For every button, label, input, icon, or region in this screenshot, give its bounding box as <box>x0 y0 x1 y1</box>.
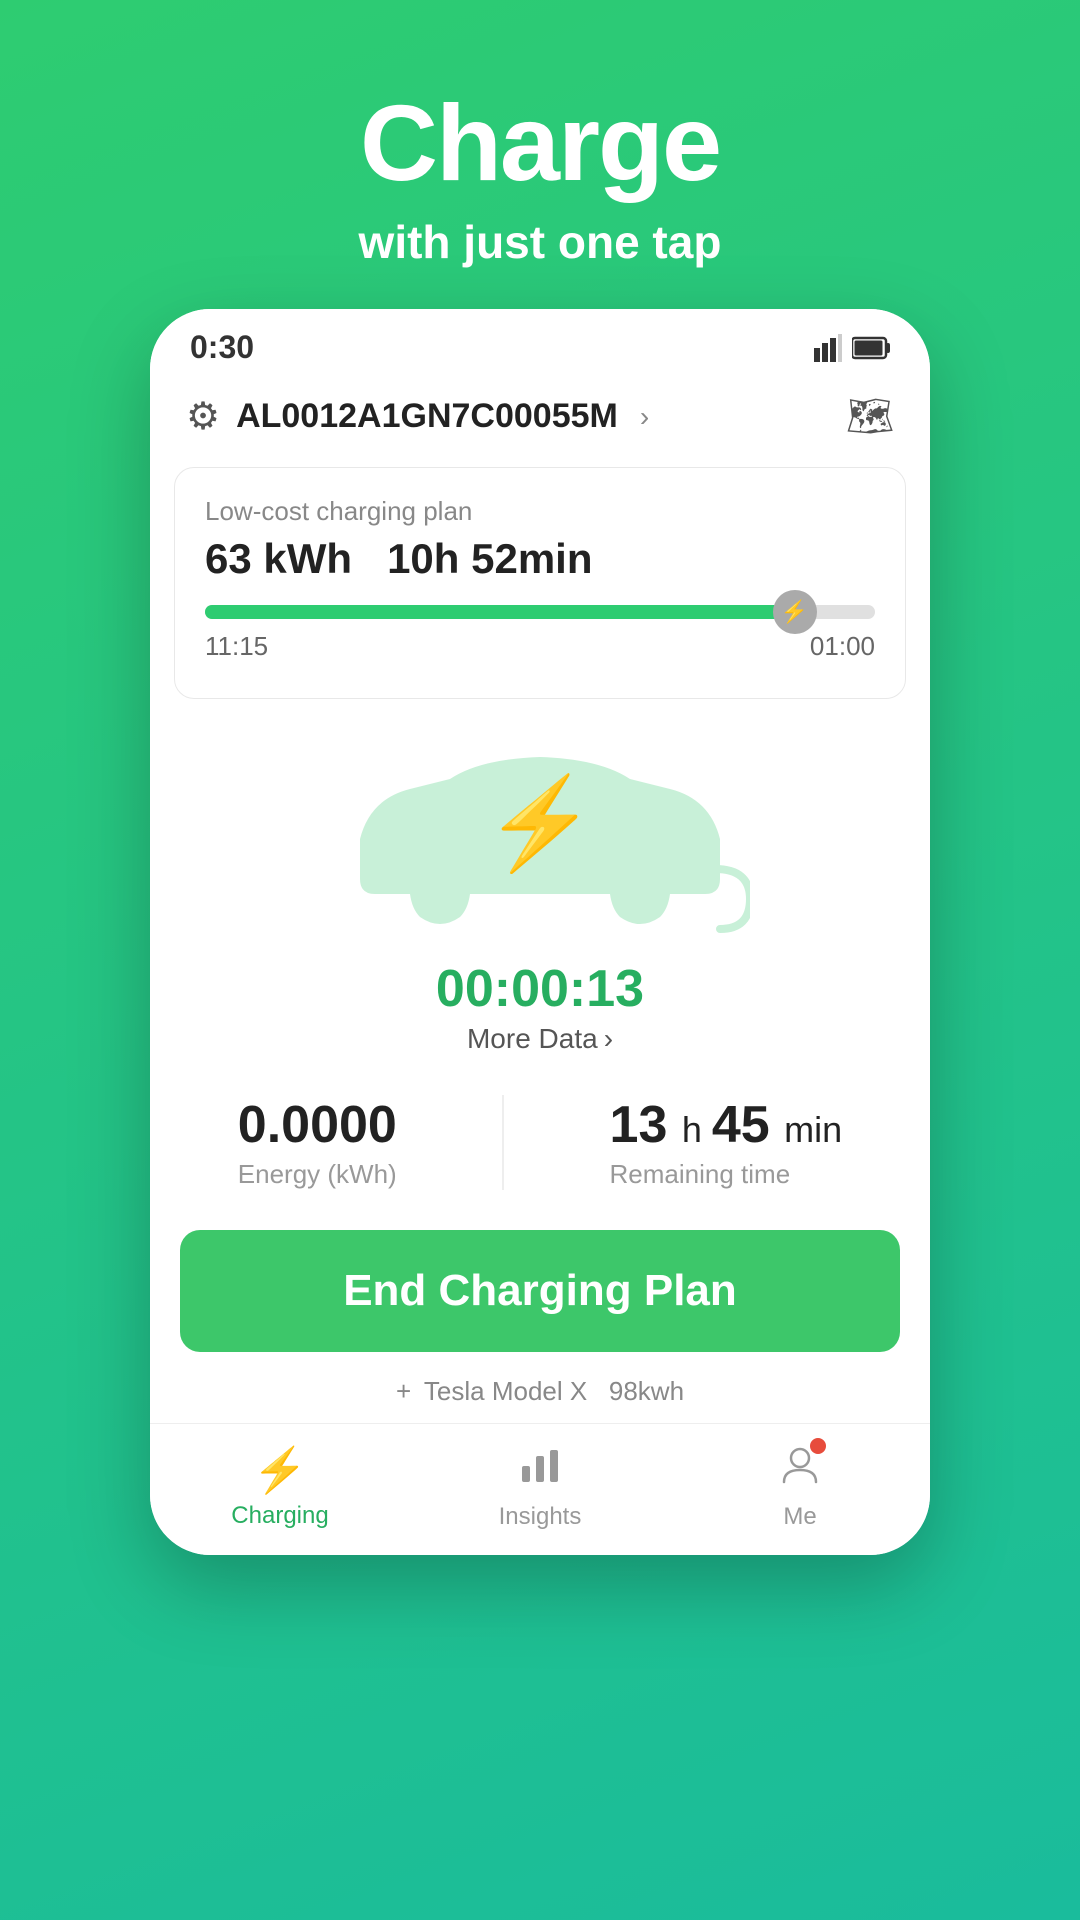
stats-divider <box>502 1095 504 1190</box>
gear-icon[interactable]: ⚙ <box>186 394 220 439</box>
insights-nav-label: Insights <box>499 1503 582 1531</box>
remaining-value: 13 h 45 min <box>610 1095 843 1155</box>
plan-duration: 10h 52min <box>387 535 592 582</box>
svg-text:⚡: ⚡ <box>484 772 596 877</box>
end-charging-plan-button[interactable]: End Charging Plan <box>180 1230 900 1352</box>
vehicle-info: + Tesla Model X 98kwh <box>150 1368 930 1423</box>
status-time: 0:30 <box>190 329 254 366</box>
device-left: ⚙ AL0012A1GN7C00055M › <box>186 394 649 439</box>
remaining-stat: 13 h 45 min Remaining time <box>610 1095 843 1190</box>
charging-plan-card: Low-cost charging plan 63 kWh 10h 52min … <box>174 467 906 699</box>
energy-value: 0.0000 <box>238 1095 397 1155</box>
progress-thumb: ⚡ <box>773 590 817 634</box>
nav-item-charging[interactable]: ⚡ Charging <box>150 1444 410 1530</box>
status-icons <box>814 334 890 362</box>
device-chevron-icon: › <box>640 401 649 433</box>
end-button-container: End Charging Plan <box>150 1220 930 1368</box>
car-area: ⚡ 00:00:13 More Data › <box>150 699 930 1065</box>
plan-stats: 63 kWh 10h 52min <box>205 535 875 583</box>
device-header: ⚙ AL0012A1GN7C00055M › 🗺 <box>150 376 930 457</box>
signal-icon <box>814 334 842 362</box>
me-nav-label: Me <box>783 1503 816 1531</box>
progress-fill <box>205 605 795 619</box>
nav-item-insights[interactable]: Insights <box>410 1442 670 1531</box>
progress-end-time: 01:00 <box>810 631 875 662</box>
bolt-thumb-icon: ⚡ <box>781 599 808 625</box>
progress-track: ⚡ <box>205 605 875 619</box>
battery-icon <box>852 334 890 362</box>
more-data-label: More Data <box>467 1023 598 1055</box>
me-notification-dot <box>810 1438 826 1454</box>
charging-nav-icon: ⚡ <box>253 1444 308 1496</box>
nav-item-me[interactable]: Me <box>670 1442 930 1531</box>
me-nav-icon <box>778 1442 822 1497</box>
phone-frame: 0:30 ⚙ AL0012A1GN7C00055M › 🗺 <box>150 309 930 1555</box>
hero-subtitle: with just one tap <box>359 215 722 269</box>
map-icon[interactable]: 🗺 <box>846 395 894 439</box>
more-data-link[interactable]: More Data › <box>467 1023 613 1055</box>
energy-stat: 0.0000 Energy (kWh) <box>238 1095 397 1190</box>
status-bar: 0:30 <box>150 309 930 376</box>
progress-start-time: 11:15 <box>205 631 268 662</box>
plan-label: Low-cost charging plan <box>205 496 875 527</box>
insights-nav-icon <box>518 1442 562 1497</box>
bottom-nav: ⚡ Charging Insights <box>150 1423 930 1555</box>
plan-energy: 63 kWh <box>205 535 352 582</box>
charging-timer: 00:00:13 <box>436 959 644 1019</box>
hero-title: Charge <box>360 80 720 205</box>
car-illustration: ⚡ <box>330 729 750 949</box>
remaining-label: Remaining time <box>610 1159 791 1190</box>
remaining-hours: 13 <box>610 1096 668 1154</box>
more-data-chevron-icon: › <box>604 1023 613 1055</box>
energy-label: Energy (kWh) <box>238 1159 397 1190</box>
vehicle-model: Tesla Model X <box>424 1376 587 1406</box>
remaining-mins: 45 <box>712 1096 770 1154</box>
progress-times: 11:15 01:00 <box>205 631 875 662</box>
device-id[interactable]: AL0012A1GN7C00055M <box>236 397 618 436</box>
charging-nav-label: Charging <box>231 1502 328 1530</box>
stats-row: 0.0000 Energy (kWh) 13 h 45 min Remainin… <box>150 1065 930 1220</box>
vehicle-battery: 98kwh <box>609 1376 684 1406</box>
hero-header: Charge with just one tap <box>0 0 1080 309</box>
progress-container: ⚡ 11:15 01:00 <box>205 605 875 662</box>
plus-icon: + <box>396 1376 411 1406</box>
car-silhouette-svg: ⚡ <box>330 739 750 939</box>
